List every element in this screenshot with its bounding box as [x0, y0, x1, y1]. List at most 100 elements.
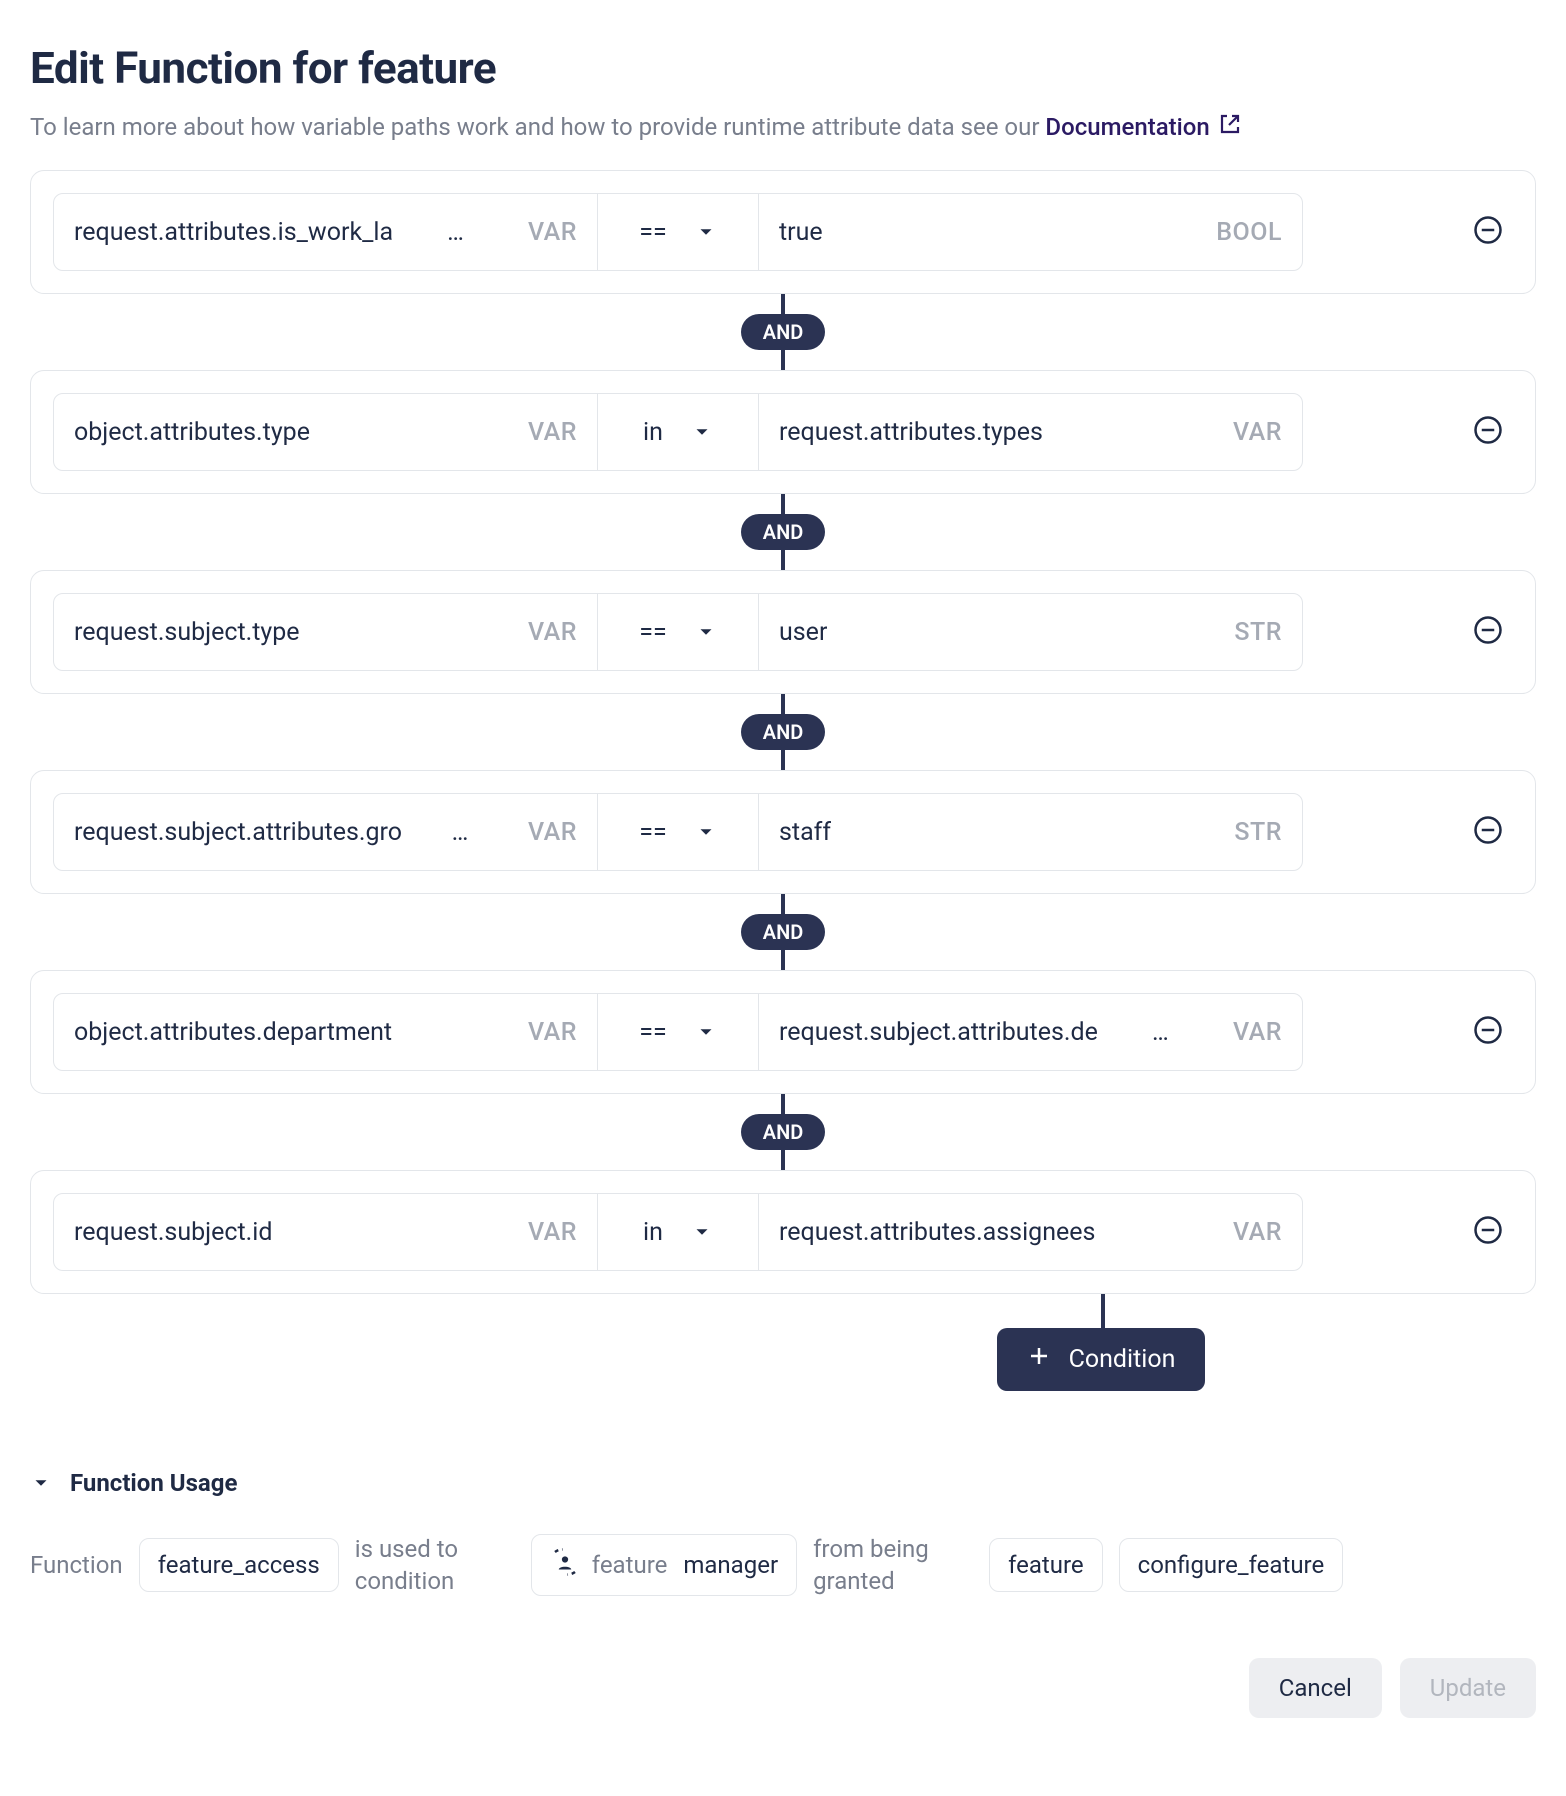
chevron-down-icon — [691, 421, 713, 443]
condition-lhs-field[interactable]: object.attributes.department VAR — [53, 993, 598, 1071]
condition-operator-text: == — [639, 218, 666, 247]
function-label: Function — [30, 1551, 123, 1579]
connector-line — [781, 894, 785, 914]
remove-condition-button[interactable] — [1473, 815, 1503, 849]
condition-rhs-field[interactable]: request.attributes.typesVAR — [758, 393, 1303, 471]
connector-line — [1101, 1294, 1105, 1328]
condition-row: request.subject.attributes.gro … VAR == staf… — [30, 770, 1536, 894]
condition-operator-select[interactable]: == — [598, 593, 758, 671]
subtitle-text: To learn more about how variable paths w… — [30, 113, 1045, 141]
update-button: Update — [1400, 1658, 1536, 1718]
condition-operator-text: in — [643, 418, 663, 447]
condition-operator-text: == — [639, 1018, 666, 1047]
condition-rhs-field[interactable]: staff STR — [758, 793, 1303, 871]
object-chip-1-label: feature — [1008, 1551, 1084, 1579]
condition-rhs-tag: BOOL — [1206, 218, 1282, 247]
condition-rhs-tag: STR — [1224, 618, 1282, 647]
page-title: Edit Function for feature — [30, 42, 1536, 94]
minus-circle-icon — [1473, 1015, 1503, 1049]
condition-operator-select[interactable]: in — [598, 1193, 758, 1271]
function-usage-row: Function feature_access is used to condi… — [30, 1533, 1536, 1598]
connector-line — [781, 1150, 785, 1170]
and-connector: AND — [30, 1094, 1536, 1170]
condition-row: object.attributes.department VAR == request… — [30, 970, 1536, 1094]
condition-rhs-text: request.attributes.assignees — [779, 1218, 1095, 1247]
condition-lhs-tag: VAR — [518, 618, 577, 647]
condition-lhs-field[interactable]: request.subject.type VAR — [53, 593, 598, 671]
and-connector: AND — [30, 294, 1536, 370]
condition-lhs-tag: VAR — [518, 818, 577, 847]
condition-lhs-tag: VAR — [518, 1018, 577, 1047]
minus-circle-icon — [1473, 215, 1503, 249]
connector-line — [781, 1094, 785, 1114]
and-pill: AND — [741, 914, 826, 950]
connector-line — [781, 494, 785, 514]
chevron-down-icon — [695, 1021, 717, 1043]
condition-lhs-text: request.attributes.is_work_la — [74, 218, 393, 247]
and-connector: AND — [30, 494, 1536, 570]
function-name-chip[interactable]: feature_access — [139, 1538, 339, 1592]
condition-lhs-tag: VAR — [518, 1218, 577, 1247]
condition-rhs-text: user — [779, 618, 827, 647]
condition-lhs-field[interactable]: object.attributes.typeVAR — [53, 393, 598, 471]
condition-operator-select[interactable]: == — [598, 193, 758, 271]
documentation-link[interactable]: Documentation — [1045, 112, 1241, 142]
plus-icon — [1027, 1344, 1051, 1375]
condition-lhs-text: object.attributes.type — [74, 418, 310, 447]
remove-condition-button[interactable] — [1473, 1015, 1503, 1049]
remove-condition-button[interactable] — [1473, 415, 1503, 449]
condition-operator-select[interactable]: == — [598, 993, 758, 1071]
chevron-down-icon — [695, 221, 717, 243]
add-condition-button[interactable]: Condition — [997, 1328, 1206, 1391]
and-connector: AND — [30, 894, 1536, 970]
condition-rhs-tag: STR — [1224, 818, 1282, 847]
condition-row: request.subject.idVARinrequest.attribute… — [30, 1170, 1536, 1294]
and-connector: AND — [30, 694, 1536, 770]
condition-lhs-field[interactable]: request.subject.attributes.gro … VAR — [53, 793, 598, 871]
object-chip-1[interactable]: feature — [989, 1538, 1103, 1592]
connector-line — [781, 694, 785, 714]
condition-rhs-field[interactable]: request.subject.attributes.de…VAR — [758, 993, 1303, 1071]
condition-lhs-text: object.attributes.department — [74, 1018, 392, 1047]
condition-rhs-field[interactable]: request.attributes.assigneesVAR — [758, 1193, 1303, 1271]
chevron-down-icon — [691, 1221, 713, 1243]
truncation-ellipsis: … — [452, 818, 469, 847]
truncation-ellipsis: … — [1152, 1018, 1169, 1047]
condition-lhs-text: request.subject.attributes.gro — [74, 818, 402, 847]
condition-lhs-tag: VAR — [518, 218, 577, 247]
relation-sub: feature — [592, 1551, 668, 1579]
condition-operator-select[interactable]: in — [598, 393, 758, 471]
object-chip-2-label: configure_feature — [1138, 1551, 1325, 1579]
condition-rhs-field[interactable]: trueBOOL — [758, 193, 1303, 271]
add-condition-label: Condition — [1069, 1345, 1176, 1374]
condition-lhs-field[interactable]: request.subject.idVAR — [53, 1193, 598, 1271]
remove-condition-button[interactable] — [1473, 215, 1503, 249]
minus-circle-icon — [1473, 415, 1503, 449]
minus-circle-icon — [1473, 1215, 1503, 1249]
cancel-button[interactable]: Cancel — [1249, 1658, 1382, 1718]
function-usage-title: Function Usage — [70, 1469, 237, 1497]
external-link-icon — [1218, 112, 1242, 142]
condition-rhs-field[interactable]: user STR — [758, 593, 1303, 671]
remove-condition-button[interactable] — [1473, 1215, 1503, 1249]
truncation-ellipsis: … — [447, 218, 464, 247]
condition-operator-text: == — [639, 818, 666, 847]
condition-operator-select[interactable]: == — [598, 793, 758, 871]
function-usage-toggle[interactable]: Function Usage — [30, 1469, 1536, 1497]
relation-chip[interactable]: feature manager — [531, 1534, 797, 1596]
and-pill: AND — [741, 314, 826, 350]
condition-lhs-field[interactable]: request.attributes.is_work_la … VAR — [53, 193, 598, 271]
condition-row: object.attributes.typeVARinrequest.attri… — [30, 370, 1536, 494]
condition-rhs-text: request.subject.attributes.de — [779, 1018, 1098, 1047]
and-pill: AND — [741, 714, 826, 750]
and-pill: AND — [741, 1114, 826, 1150]
condition-lhs-text: request.subject.type — [74, 618, 300, 647]
remove-condition-button[interactable] — [1473, 615, 1503, 649]
condition-row: request.attributes.is_work_la … VAR == trueB… — [30, 170, 1536, 294]
condition-rhs-text: staff — [779, 818, 831, 847]
connector-line — [781, 550, 785, 570]
usage-phrase-1: is used to condition — [355, 1533, 515, 1598]
object-chip-2[interactable]: configure_feature — [1119, 1538, 1344, 1592]
condition-rhs-tag: VAR — [1223, 418, 1282, 447]
minus-circle-icon — [1473, 815, 1503, 849]
